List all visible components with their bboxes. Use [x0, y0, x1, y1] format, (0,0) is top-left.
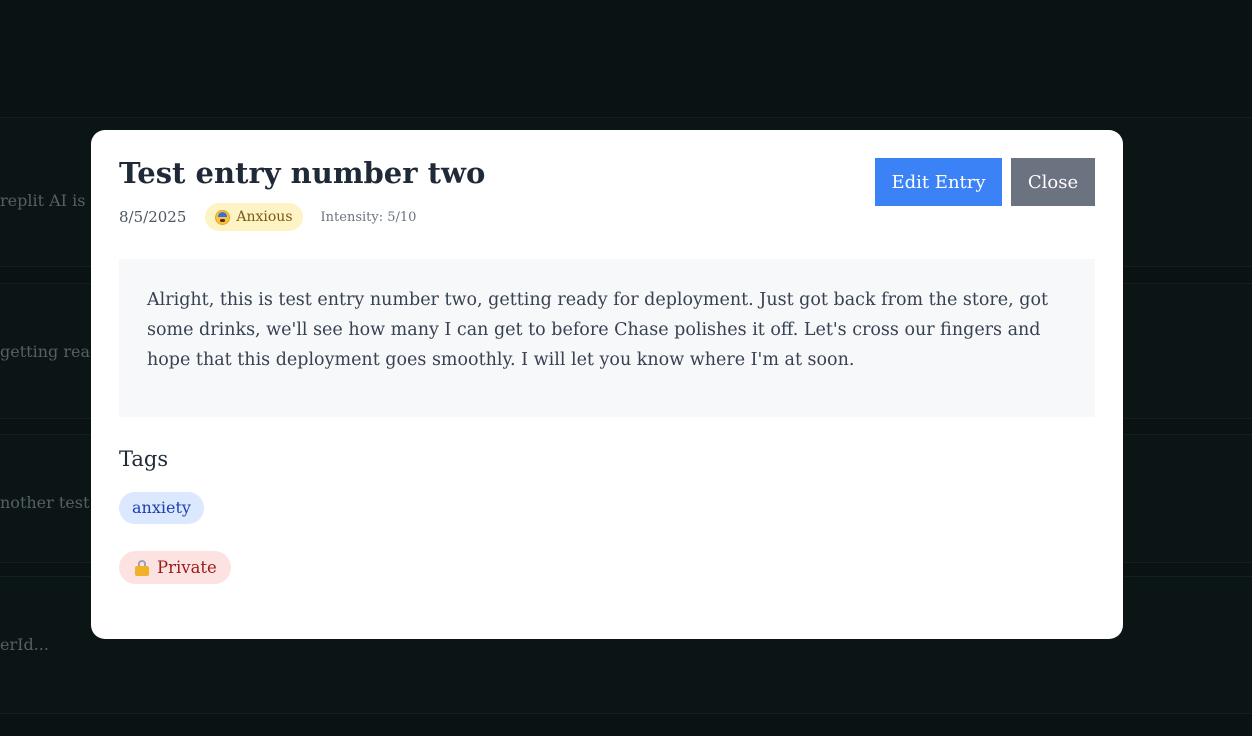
entry-date: 8/5/2025: [119, 208, 187, 226]
lock-icon: [135, 559, 149, 576]
entry-meta: 8/5/2025 Anxious Intensity: 5/10: [119, 203, 416, 231]
mood-label: Anxious: [236, 209, 293, 225]
anxious-face-icon: [215, 209, 231, 225]
edit-entry-button[interactable]: Edit Entry: [875, 158, 1002, 206]
entry-content-box: Alright, this is test entry number two, …: [119, 259, 1095, 417]
tags-heading: Tags: [119, 447, 169, 471]
entry-title: Test entry number two: [119, 156, 486, 190]
intensity-label: Intensity: 5/10: [320, 209, 417, 225]
privacy-badge: Private: [119, 551, 231, 584]
background-entry-snippet: getting read: [0, 342, 101, 361]
background-entry-snippet: nother test: [0, 493, 90, 512]
background-entry-snippet: replit AI is c: [0, 191, 100, 210]
background-entry-snippet: erId...: [0, 635, 49, 654]
entry-detail-modal: Test entry number two 8/5/2025 Anxious I…: [91, 130, 1123, 639]
privacy-label: Private: [157, 558, 217, 577]
entry-content: Alright, this is test entry number two, …: [147, 290, 1049, 370]
tag-chip[interactable]: anxiety: [119, 492, 204, 524]
mood-badge: Anxious: [205, 203, 303, 231]
close-button[interactable]: Close: [1011, 158, 1095, 206]
